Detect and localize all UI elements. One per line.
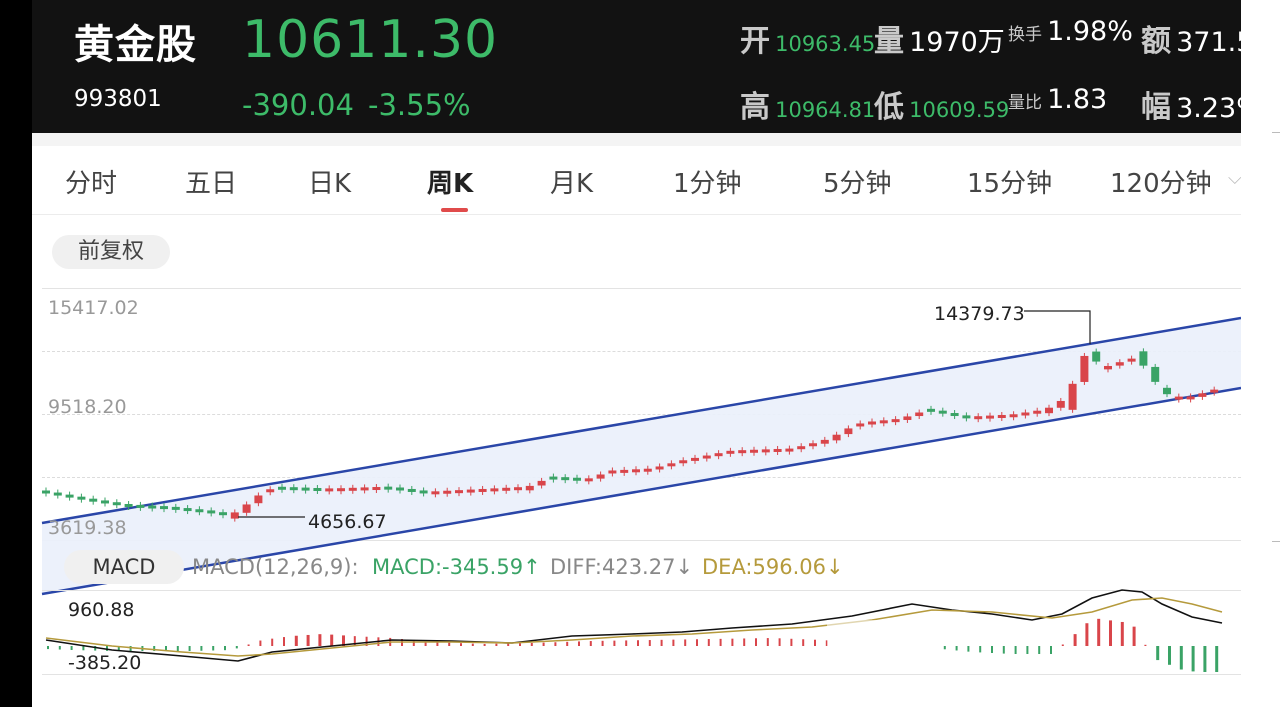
macd-bar: [696, 639, 698, 646]
macd-bar: [731, 638, 734, 646]
macd-bar: [660, 639, 663, 646]
edge-tick: [1272, 132, 1280, 133]
macd-bar: [259, 640, 262, 646]
macd-bar: [1002, 646, 1005, 654]
macd-bar: [684, 639, 687, 646]
macd-bar: [519, 643, 521, 646]
macd-bar: [542, 642, 545, 646]
macd-bar: [318, 634, 322, 646]
macd-bar: [955, 646, 958, 651]
macd-bar: [566, 641, 569, 646]
macd-bar: [1026, 646, 1029, 654]
macd-bar: [47, 646, 49, 650]
diff-line: [45, 589, 1223, 662]
macd-bar: [247, 644, 250, 646]
macd-bar: [483, 643, 486, 646]
macd-bar: [1085, 623, 1089, 646]
macd-bar: [1191, 646, 1195, 672]
macd-bar: [507, 643, 510, 646]
macd-bar: [1014, 646, 1017, 654]
watermark-patch: [827, 620, 937, 650]
macd-bar: [212, 646, 215, 651]
macd-bar: [578, 641, 580, 646]
macd-bar: [1038, 646, 1041, 654]
macd-bar: [1215, 646, 1219, 672]
macd-bar: [188, 646, 191, 651]
macd-bar: [707, 639, 710, 646]
macd-bar: [176, 646, 179, 651]
macd-bar: [58, 646, 61, 650]
macd-bar: [1179, 646, 1183, 670]
macd-bar: [766, 638, 769, 646]
edge-tick: [1272, 541, 1280, 542]
macd-bar: [967, 646, 970, 652]
macd-y-top: 960.88: [68, 599, 135, 621]
macd-bar: [802, 639, 805, 646]
stock-app: 黄金股 993801 10611.30 -390.04 -3.55% 开 109…: [32, 0, 1241, 707]
macd-bar: [1132, 626, 1136, 646]
macd-bar: [530, 643, 533, 646]
macd-bar: [637, 640, 639, 646]
macd-bar: [235, 646, 238, 649]
macd-bar: [70, 646, 73, 650]
macd-bar: [306, 634, 310, 646]
macd-bar: [743, 638, 746, 646]
macd-bar: [625, 640, 628, 646]
macd-bar: [991, 646, 993, 653]
macd-bar: [601, 640, 604, 646]
right-edge-panel: [1241, 0, 1280, 707]
macd-bar: [589, 641, 592, 646]
macd-bar: [224, 646, 226, 651]
macd-bar: [648, 640, 651, 646]
macd-bar: [495, 643, 498, 646]
macd-chart[interactable]: [32, 0, 1241, 707]
macd-bar: [1156, 646, 1160, 661]
macd-bar: [1061, 644, 1064, 646]
macd-bar: [554, 642, 557, 646]
macd-bar: [755, 638, 757, 646]
macd-bar: [979, 646, 982, 653]
macd-bar: [1073, 634, 1077, 646]
macd-bar: [1168, 646, 1171, 665]
macd-bar: [448, 642, 451, 646]
macd-bar: [719, 638, 722, 646]
macd-y-bottom: -385.20: [68, 652, 142, 674]
macd-bar: [672, 639, 675, 646]
macd-bar: [200, 646, 203, 651]
macd-bar: [790, 638, 793, 646]
macd-bar: [294, 635, 298, 646]
macd-bar: [778, 638, 781, 646]
macd-bar: [1203, 646, 1207, 672]
macd-bar: [283, 637, 285, 646]
dea-line: [45, 597, 1223, 657]
macd-bar: [943, 646, 946, 650]
macd-bar: [1109, 620, 1112, 646]
macd-bar: [271, 638, 274, 646]
macd-histogram: [47, 618, 1219, 672]
macd-bar: [1120, 621, 1124, 646]
macd-bar: [1144, 644, 1147, 646]
macd-bar: [330, 634, 334, 646]
macd-bar: [1050, 646, 1052, 654]
macd-bar: [1097, 618, 1101, 646]
macd-bar: [82, 646, 85, 651]
macd-bar: [471, 643, 474, 646]
macd-bar: [814, 639, 816, 646]
macd-bar: [460, 643, 462, 646]
macd-bar: [613, 640, 616, 646]
